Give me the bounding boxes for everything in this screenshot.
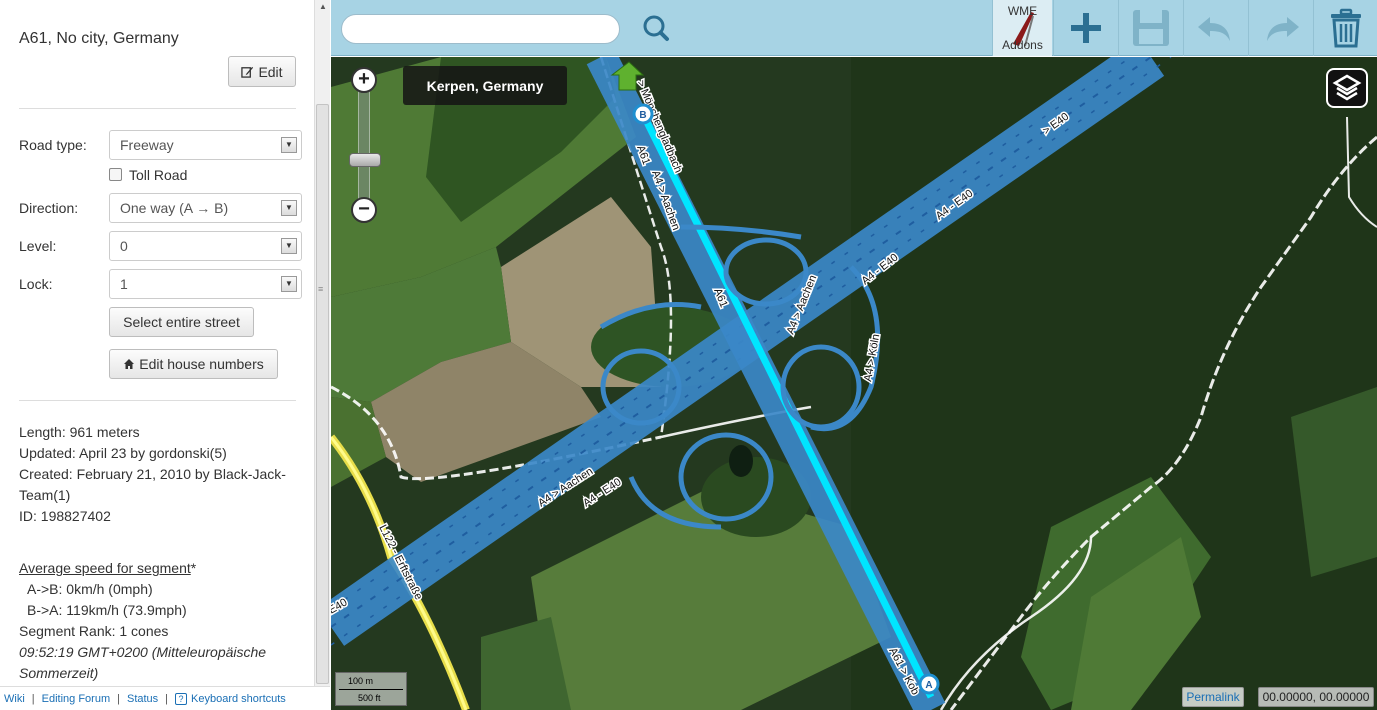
- wme-addons-button[interactable]: WME Addons: [992, 0, 1052, 56]
- segment-address: A61, No city, Germany: [19, 30, 179, 47]
- speed-timestamp: 09:52:19 GMT+0200 (Mitteleuropäische Som…: [19, 644, 267, 681]
- edit-icon: [241, 66, 254, 78]
- zoom-slider-handle[interactable]: [349, 153, 381, 167]
- asterisk: *: [190, 560, 197, 576]
- divider: [19, 108, 296, 109]
- trash-icon: [1330, 8, 1361, 48]
- scale-metric: 100 m: [348, 676, 374, 686]
- select-entire-street-button[interactable]: Select entire street: [109, 307, 254, 337]
- undo-icon: [1198, 17, 1230, 41]
- sidebar: A61, No city, Germany Edit Road type: Fr…: [0, 0, 330, 710]
- toll-road-checkbox[interactable]: [109, 168, 122, 181]
- level-select[interactable]: 0 ▼: [109, 231, 302, 261]
- addons-bottom-label: Addons: [1002, 38, 1043, 52]
- node-a-label: A: [925, 680, 932, 691]
- node-b-marker[interactable]: B: [632, 103, 654, 125]
- separator: |: [31, 692, 35, 705]
- redo-button[interactable]: [1248, 0, 1313, 56]
- segment-edit-panel: A61, No city, Germany Edit Road type: Fr…: [0, 0, 314, 686]
- search-icon: [643, 15, 669, 41]
- scale-bar: 100 m 500 ft: [335, 672, 407, 706]
- road-type-value: Freeway: [120, 137, 174, 153]
- chevron-down-icon: ▼: [281, 200, 297, 216]
- keyboard-shortcuts-link[interactable]: Keyboard shortcuts: [191, 693, 286, 705]
- direction-label: Direction:: [19, 200, 79, 216]
- edit-button-label: Edit: [258, 63, 283, 80]
- separator: |: [117, 692, 120, 705]
- top-toolbar: WME Addons: [331, 0, 1377, 56]
- edit-address-button[interactable]: Edit: [228, 56, 296, 87]
- edit-house-numbers-button[interactable]: Edit house numbers: [109, 349, 278, 379]
- map-canvas[interactable]: A61 > Mönchengladbach A4 > Aachen A61 A4…: [331, 57, 1377, 710]
- edit-house-numbers-label: Edit house numbers: [139, 356, 264, 372]
- chevron-down-icon: ▼: [281, 137, 297, 153]
- sidebar-scrollbar[interactable]: ▲ ≡: [314, 0, 330, 686]
- zoom-track[interactable]: [358, 89, 370, 199]
- editing-forum-link[interactable]: Editing Forum: [42, 693, 110, 705]
- direction-value: One way (A → B): [120, 200, 229, 216]
- layers-icon: [1332, 74, 1362, 101]
- search-button[interactable]: [636, 10, 676, 46]
- level-value: 0: [120, 238, 128, 254]
- node-b-label: B: [639, 110, 646, 121]
- speed-a-to-b: A->B: 0km/h (0mph): [27, 581, 153, 597]
- scale-line: [339, 689, 403, 690]
- scale-imperial: 500 ft: [358, 693, 381, 703]
- segment-id: ID: 198827402: [19, 508, 111, 524]
- scrollbar-thumb[interactable]: [316, 104, 329, 684]
- keyboard-shortcuts-icon: ?: [175, 692, 188, 705]
- wiki-link[interactable]: Wiki: [4, 693, 25, 705]
- delete-button[interactable]: [1313, 0, 1377, 56]
- plus-icon: [1071, 13, 1101, 43]
- direction-select[interactable]: One way (A → B) ▼: [109, 193, 302, 223]
- status-link[interactable]: Status: [127, 693, 158, 705]
- waze-map-editor: A61, No city, Germany Edit Road type: Fr…: [0, 0, 1377, 710]
- select-entire-street-label: Select entire street: [123, 314, 240, 330]
- coordinates-readout: 00.00000, 00.00000: [1258, 687, 1374, 707]
- separator: |: [165, 692, 169, 705]
- lock-select[interactable]: 1 ▼: [109, 269, 302, 299]
- average-speed-title: Average speed for segment*: [19, 558, 299, 579]
- footer-links: Wiki | Editing Forum | Status | ? Keyboa…: [0, 686, 330, 710]
- road-type-label: Road type:: [19, 137, 87, 153]
- segment-length: Length: 961 meters: [19, 424, 140, 440]
- segment-rank: Segment Rank: 1 cones: [19, 623, 169, 639]
- zoom-out-button[interactable]: −: [351, 197, 377, 223]
- toll-road-label: Toll Road: [129, 167, 188, 183]
- scroll-up-icon[interactable]: ▲: [319, 2, 327, 11]
- addons-top-label: WME: [1007, 4, 1038, 18]
- redo-icon: [1267, 17, 1299, 41]
- segment-updated: Updated: April 23 by gordonski(5): [19, 445, 227, 461]
- undo-button[interactable]: [1183, 0, 1248, 56]
- location-label: Kerpen, Germany: [403, 66, 567, 105]
- scrollbar-grip-icon: ≡: [318, 284, 324, 294]
- permalink-button[interactable]: Permalink: [1182, 687, 1244, 707]
- speed-b-to-a: B->A: 119km/h (73.9mph): [27, 602, 187, 618]
- search-input[interactable]: [341, 14, 620, 44]
- lock-value: 1: [120, 276, 128, 292]
- save-icon: [1133, 10, 1169, 46]
- home-icon: [124, 359, 135, 369]
- zoom-in-button[interactable]: +: [351, 67, 377, 93]
- lock-label: Lock:: [19, 276, 53, 292]
- segment-created: Created: February 21, 2010 by Black-Jack…: [19, 466, 286, 503]
- map-imagery: A61 > Mönchengladbach A4 > Aachen A61 A4…: [331, 57, 1377, 710]
- divider: [19, 400, 296, 401]
- average-speed-link[interactable]: Average speed for segment: [19, 560, 191, 576]
- chevron-down-icon: ▼: [281, 276, 297, 292]
- save-button[interactable]: [1118, 0, 1183, 56]
- level-label: Level:: [19, 238, 57, 254]
- zoom-control: + −: [349, 67, 381, 227]
- chevron-down-icon: ▼: [281, 238, 297, 254]
- layers-button[interactable]: [1326, 68, 1368, 108]
- road-type-select[interactable]: Freeway ▼: [109, 130, 302, 160]
- add-button[interactable]: [1053, 0, 1118, 56]
- node-a-marker[interactable]: A: [918, 673, 940, 695]
